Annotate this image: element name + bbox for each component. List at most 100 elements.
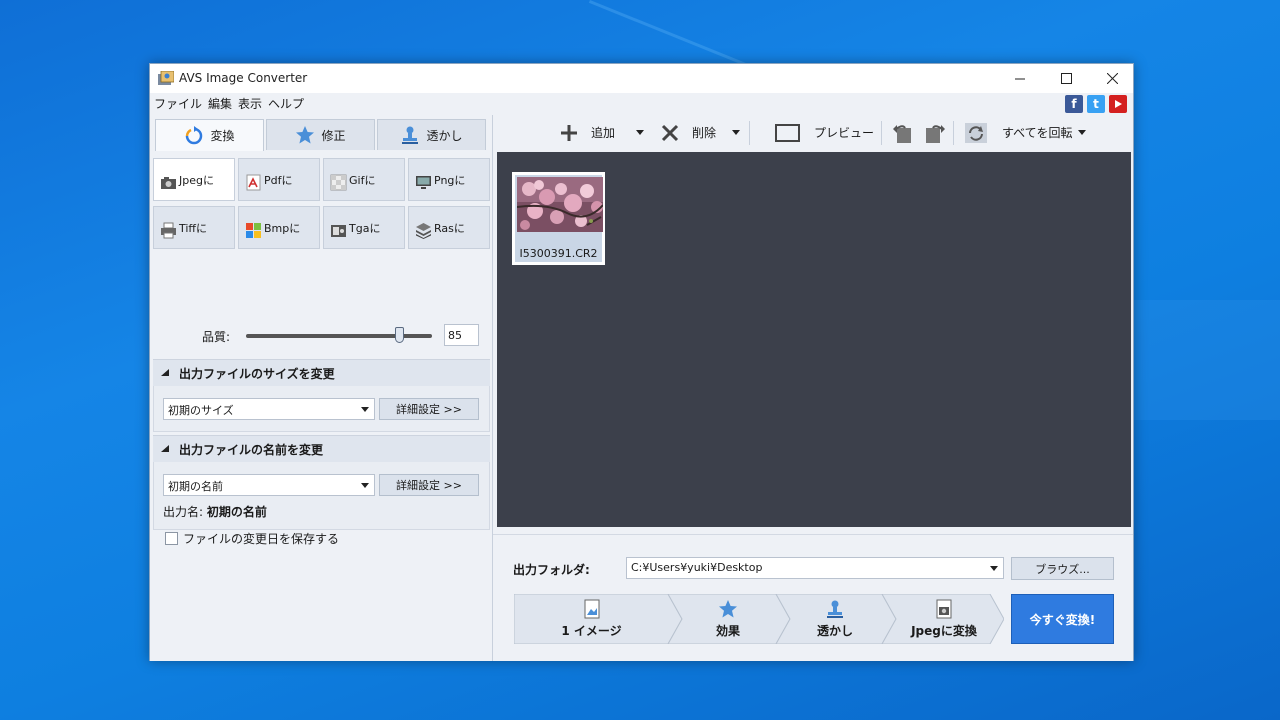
rename-section-header[interactable]: 出力ファイルの名前を変更 [153,435,490,462]
keep-date-row: ファイルの変更日を保存する [165,530,339,547]
rotate-left-button[interactable] [891,119,915,146]
quality-slider-thumb[interactable] [395,327,404,343]
tab-correct-label: 修正 [321,128,346,143]
quality-slider-track[interactable] [246,334,432,338]
menu-view[interactable]: 表示 [235,93,265,115]
rename-section-title: 出力ファイルの名前を変更 [179,442,324,457]
step-watermark-label: 透かし [816,624,853,638]
output-name-label: 出力名: [163,505,204,519]
camera-icon [936,599,952,619]
step-convert[interactable]: Jpegに変換 [894,594,994,644]
format-tga-button[interactable]: Tgaに [323,206,405,249]
format-label: Bmpに [264,221,301,235]
image-icon [584,599,599,619]
rename-dropdown-value: 初期の名前 [168,480,223,493]
format-tiff-button[interactable]: Tiffに [153,206,235,249]
format-gif-button[interactable]: Gifに [323,158,405,201]
maximize-icon [1060,73,1072,84]
stamp-icon [402,126,419,144]
chevron-down-icon [990,566,998,571]
menu-help[interactable]: ヘルプ [265,93,307,115]
toolbar-separator [881,121,882,145]
maximize-button[interactable] [1043,64,1089,93]
twitter-icon[interactable]: t [1087,95,1105,113]
toolbar-separator [953,121,954,145]
delete-label: 削除 [692,126,717,140]
keep-date-label[interactable]: ファイルの変更日を保存する [183,530,339,547]
toolbar: 追加 削除 プレビュー すべてを回転 [493,115,1133,152]
resize-section-header[interactable]: 出力ファイルのサイズを変更 [153,359,490,386]
delete-button[interactable]: 削除 [661,119,716,146]
tab-correct[interactable]: 修正 [266,119,375,150]
star-icon [719,600,737,618]
title-bar: AVS Image Converter [150,64,1133,93]
resize-dropdown[interactable]: 初期のサイズ [163,398,375,420]
collapse-triangle-icon [161,445,169,452]
resize-section-title: 出力ファイルのサイズを変更 [179,366,335,381]
preview-button[interactable]: プレビュー [775,119,874,146]
quality-value-input[interactable]: 85 [444,324,479,346]
minimize-button[interactable] [997,64,1043,93]
printer-icon [161,222,176,239]
output-name-value: 初期の名前 [206,505,267,519]
keep-date-checkbox[interactable] [165,532,178,545]
format-jpeg-button[interactable]: Jpegに [153,158,235,201]
menu-edit[interactable]: 編集 [205,93,235,115]
pdf-icon [246,174,261,191]
output-folder-path: C:¥Users¥yuki¥Desktop [631,561,763,574]
browse-button[interactable]: ブラウズ... [1011,557,1114,580]
tab-watermark[interactable]: 透かし [377,119,486,150]
format-png-button[interactable]: Pngに [408,158,490,201]
resize-dropdown-value: 初期のサイズ [168,404,234,417]
menu-bar: ファイル 編集 表示 ヘルプ f t [150,93,1133,115]
step-effects[interactable]: 効果 [684,594,772,644]
convert-now-button[interactable]: 今すぐ変換! [1011,594,1114,644]
format-ras-button[interactable]: Rasに [408,206,490,249]
rotate-all-icon [965,122,987,143]
star-icon [296,126,315,144]
rename-section-body: 初期の名前 詳細設定 >> 出力名: 初期の名前 [153,462,490,530]
step-convert-label: Jpegに変換 [911,624,977,638]
file-thumbnail[interactable]: I5300391.CR2 [512,172,605,265]
close-button[interactable] [1089,64,1135,93]
resize-advanced-button[interactable]: 詳細設定 >> [379,398,479,420]
rename-dropdown[interactable]: 初期の名前 [163,474,375,496]
step-effects-label: 効果 [715,624,740,638]
close-icon [1106,73,1118,84]
format-label: Tgaに [349,221,381,235]
add-button[interactable]: 追加 [560,119,615,146]
delete-dropdown-button[interactable] [732,119,740,146]
convert-icon [186,125,203,144]
chevron-down-icon [636,130,644,135]
file-preview-area[interactable]: I5300391.CR2 [497,152,1131,527]
windows-icon [246,223,261,238]
bottom-panel: 出力フォルダ: C:¥Users¥yuki¥Desktop ブラウズ... 1 … [493,534,1133,661]
format-bmp-button[interactable]: Bmpに [238,206,320,249]
rotate-all-label: すべてを回転 [1002,126,1073,140]
format-pdf-button[interactable]: Pdfに [238,158,320,201]
chevron-down-icon [1078,130,1087,135]
facebook-icon[interactable]: f [1065,95,1083,113]
thumbnail-image [517,177,603,232]
rename-advanced-button[interactable]: 詳細設定 >> [379,474,479,496]
menu-file[interactable]: ファイル [151,93,205,115]
rotate-right-button[interactable] [923,119,947,146]
chevron-down-icon [361,407,369,412]
thumbnail-filename: I5300391.CR2 [519,247,598,260]
resize-section-body: 初期のサイズ 詳細設定 >> [153,386,490,432]
step-watermark[interactable]: 透かし [791,594,879,644]
format-label: Pngに [434,173,466,187]
chevron-down-icon [732,130,740,135]
step-image[interactable]: 1 イメージ [544,594,639,644]
window-title: AVS Image Converter [179,71,308,85]
youtube-icon[interactable] [1109,95,1127,113]
tab-convert[interactable]: 変換 [155,119,264,151]
output-folder-field[interactable]: C:¥Users¥yuki¥Desktop [626,557,1004,579]
rotate-all-button[interactable]: すべてを回転 [964,119,1087,146]
collapse-triangle-icon [161,369,169,376]
gif-icon [330,174,347,191]
monitor-icon [416,176,431,189]
workflow-steps: 1 イメージ 効果 透かし Jpegに変換 [514,594,1004,644]
minimize-icon [1014,78,1025,80]
add-dropdown-button[interactable] [636,119,644,146]
